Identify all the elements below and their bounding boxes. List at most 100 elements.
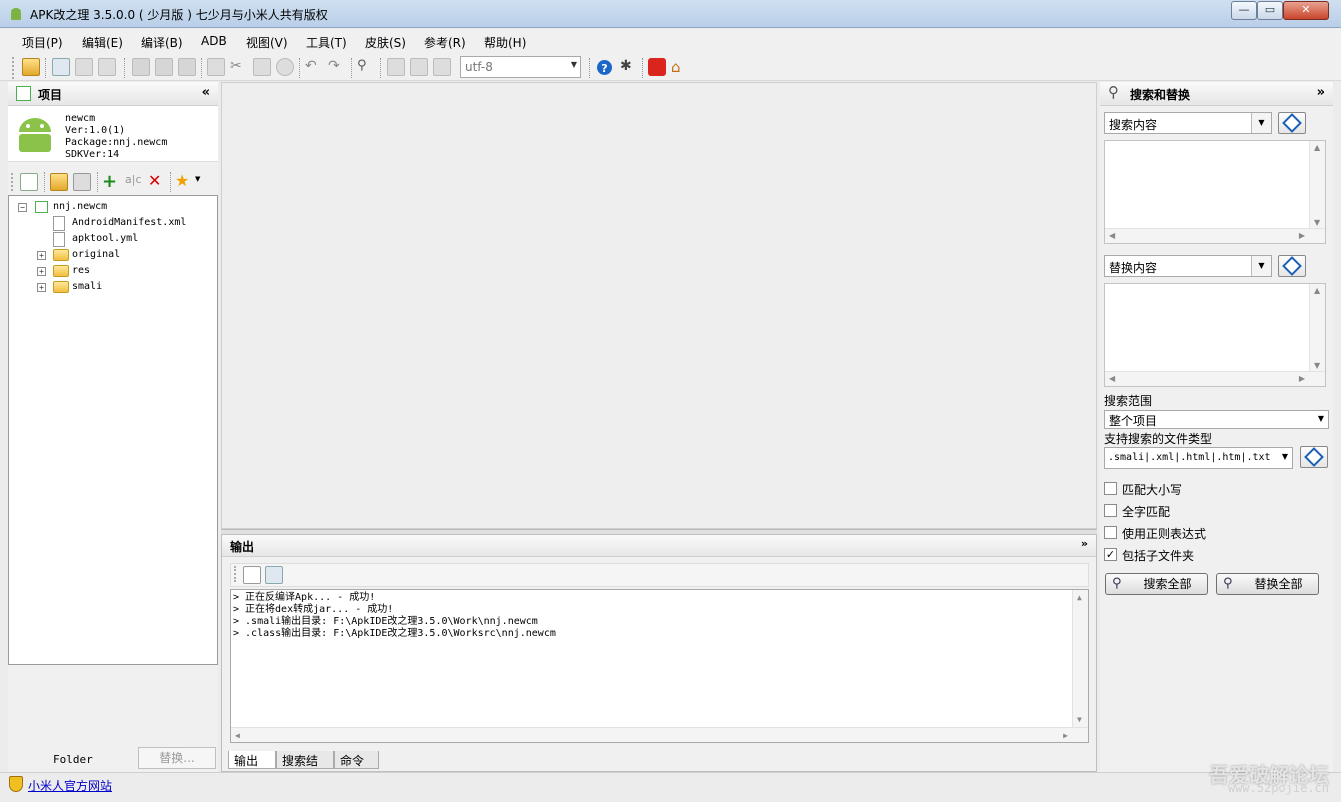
output-log[interactable]: > 正在反编译Apk... - 成功! > 正在将dex转成jar... - 成… xyxy=(230,589,1089,743)
tree-item-manifest[interactable]: AndroidManifest.xml xyxy=(53,215,186,231)
tree-item-apktool[interactable]: apktool.yml xyxy=(53,231,138,247)
expand-node-icon[interactable]: + xyxy=(37,267,46,276)
output-horizontal-scrollbar[interactable]: ◀ ▶ xyxy=(231,727,1088,742)
add-icon[interactable]: + xyxy=(102,171,120,192)
help-icon[interactable]: ? xyxy=(597,60,612,75)
include-subfolders-checkbox[interactable]: ✓ xyxy=(1104,548,1117,561)
project-tree[interactable]: − nnj.newcm AndroidManifest.xml apktool.… xyxy=(8,195,218,665)
bug-icon[interactable]: ✱ xyxy=(620,58,638,76)
favorite-star-icon[interactable]: ★ xyxy=(175,171,193,190)
paste-icon[interactable] xyxy=(253,58,271,76)
editor-area[interactable] xyxy=(221,82,1097,529)
find-binoculars-icon[interactable]: ⚲ xyxy=(357,58,375,76)
folder-icon xyxy=(53,281,69,293)
copy-icon[interactable] xyxy=(207,58,225,76)
delete-icon[interactable]: ✕ xyxy=(148,171,166,190)
chevron-down-icon: ▼ xyxy=(1281,452,1288,461)
minimize-button[interactable]: — xyxy=(1231,1,1257,20)
menu-skin[interactable]: 皮肤(S) xyxy=(365,34,406,51)
search-scope-select[interactable]: 整个项目 ▼ xyxy=(1104,410,1329,429)
menu-view[interactable]: 视图(V) xyxy=(246,34,288,51)
replace-content-combo[interactable]: 替换内容 ▼ xyxy=(1104,255,1272,277)
menu-build[interactable]: 编译(B) xyxy=(141,34,183,51)
chevron-down-icon[interactable]: ▼ xyxy=(1251,113,1271,133)
search-panel: ⚲ 搜索和替换 » 搜索内容 ▼ ▲ ▼ ◀ ▶ 替换内容 ▼ ▲ ▼ ◀ ▶ … xyxy=(1100,82,1333,772)
menu-adb[interactable]: ADB xyxy=(201,34,227,48)
open-folder-icon[interactable] xyxy=(22,58,40,76)
folder-tab[interactable]: Folder xyxy=(53,753,93,766)
cut-icon[interactable]: ✂ xyxy=(230,58,248,76)
tools-icon[interactable] xyxy=(433,58,451,76)
collapse-panel-icon[interactable]: « xyxy=(202,85,210,100)
copy-output-icon[interactable] xyxy=(265,566,283,584)
tree-item-label: smali xyxy=(72,281,103,292)
encoding-select[interactable]: utf-8 ▼ xyxy=(460,56,581,78)
search-vertical-scrollbar[interactable]: ▲ ▼ xyxy=(1309,141,1325,229)
collapse-panel-icon[interactable]: » xyxy=(1081,537,1088,550)
clear-output-icon[interactable] xyxy=(243,566,261,584)
folder-icon xyxy=(53,249,69,261)
chevron-down-icon[interactable]: ▼ xyxy=(195,175,213,193)
search-text-area[interactable]: ▲ ▼ ◀ ▶ xyxy=(1104,140,1326,244)
open-dir-icon[interactable] xyxy=(50,173,68,191)
refresh-icon[interactable] xyxy=(20,173,38,191)
toolbar-grip[interactable] xyxy=(12,57,15,79)
close-button[interactable]: ✕ xyxy=(1283,1,1329,20)
search-panel-header: ⚲ 搜索和替换 » xyxy=(1100,82,1333,106)
close-project-icon[interactable] xyxy=(75,58,93,76)
menu-edit[interactable]: 编辑(E) xyxy=(82,34,123,51)
search-options-button[interactable] xyxy=(1278,112,1306,134)
replace-text-area[interactable]: ▲ ▼ ◀ ▶ xyxy=(1104,283,1326,387)
redo-icon[interactable]: ↷ xyxy=(328,58,346,76)
menu-reference[interactable]: 参考(R) xyxy=(424,34,466,51)
replace-button[interactable]: 替换... xyxy=(138,747,216,769)
undo-icon[interactable]: ↶ xyxy=(305,58,323,76)
chevron-down-icon[interactable]: ▼ xyxy=(1251,256,1271,276)
rename-icon[interactable]: a|c xyxy=(125,173,143,191)
replace-horizontal-scrollbar[interactable]: ◀ ▶ xyxy=(1105,371,1325,386)
replace-vertical-scrollbar[interactable]: ▲ ▼ xyxy=(1309,284,1325,372)
replace-options-button[interactable] xyxy=(1278,255,1306,277)
format-icon[interactable] xyxy=(276,58,294,76)
tree-item-original[interactable]: original xyxy=(53,247,120,263)
tab-output[interactable]: 输出 xyxy=(228,751,276,769)
output-vertical-scrollbar[interactable]: ▲ ▼ xyxy=(1072,590,1088,728)
menu-tools[interactable]: 工具(T) xyxy=(306,34,347,51)
tree-root[interactable]: nnj.newcm xyxy=(35,199,107,215)
whole-word-checkbox[interactable] xyxy=(1104,504,1117,517)
menu-project[interactable]: 项目(P) xyxy=(22,34,63,51)
save-as-icon[interactable] xyxy=(178,58,196,76)
search-all-button[interactable]: ⚲ 搜索全部 xyxy=(1105,573,1208,595)
replace-all-button[interactable]: ⚲ 替换全部 xyxy=(1216,573,1319,595)
expand-node-icon[interactable]: + xyxy=(37,251,46,260)
tab-command[interactable]: 命令 xyxy=(334,751,379,769)
image-tool-icon[interactable] xyxy=(387,58,405,76)
tree-item-smali[interactable]: smali xyxy=(53,279,102,295)
menu-help[interactable]: 帮助(H) xyxy=(484,34,526,51)
file-types-select[interactable]: .smali|.xml|.html|.htm|.txt ▼ xyxy=(1104,447,1293,469)
apk-sdk: SDKVer:14 xyxy=(65,149,120,160)
official-site-link[interactable]: 小米人官方网站 xyxy=(28,777,112,794)
project-panel-header: 项目 « xyxy=(8,82,218,106)
collapse-panel-icon[interactable]: » xyxy=(1317,85,1325,100)
maximize-button[interactable]: ▭ xyxy=(1257,1,1283,20)
home-icon[interactable]: ⌂ xyxy=(671,58,689,76)
search-horizontal-scrollbar[interactable]: ◀ ▶ xyxy=(1105,228,1325,243)
shield-icon xyxy=(9,776,23,792)
collapse-node-icon[interactable]: − xyxy=(18,203,27,212)
match-case-checkbox[interactable] xyxy=(1104,482,1117,495)
explore-icon[interactable] xyxy=(73,173,91,191)
save-all-icon[interactable] xyxy=(155,58,173,76)
print-icon[interactable] xyxy=(410,58,428,76)
status-bar: 小米人官方网站 吾爱破解论坛 www.52pojie.cn xyxy=(0,763,1341,802)
expand-node-icon[interactable]: + xyxy=(37,283,46,292)
build-icon[interactable] xyxy=(98,58,116,76)
search-content-combo[interactable]: 搜索内容 ▼ xyxy=(1104,112,1272,134)
save-icon[interactable] xyxy=(132,58,150,76)
tab-search-results[interactable]: 搜索结果 xyxy=(276,751,334,785)
file-types-options-button[interactable] xyxy=(1300,446,1328,468)
weibo-icon[interactable] xyxy=(648,58,666,76)
tree-item-res[interactable]: res xyxy=(53,263,90,279)
new-project-icon[interactable] xyxy=(52,58,70,76)
regex-checkbox[interactable] xyxy=(1104,526,1117,539)
